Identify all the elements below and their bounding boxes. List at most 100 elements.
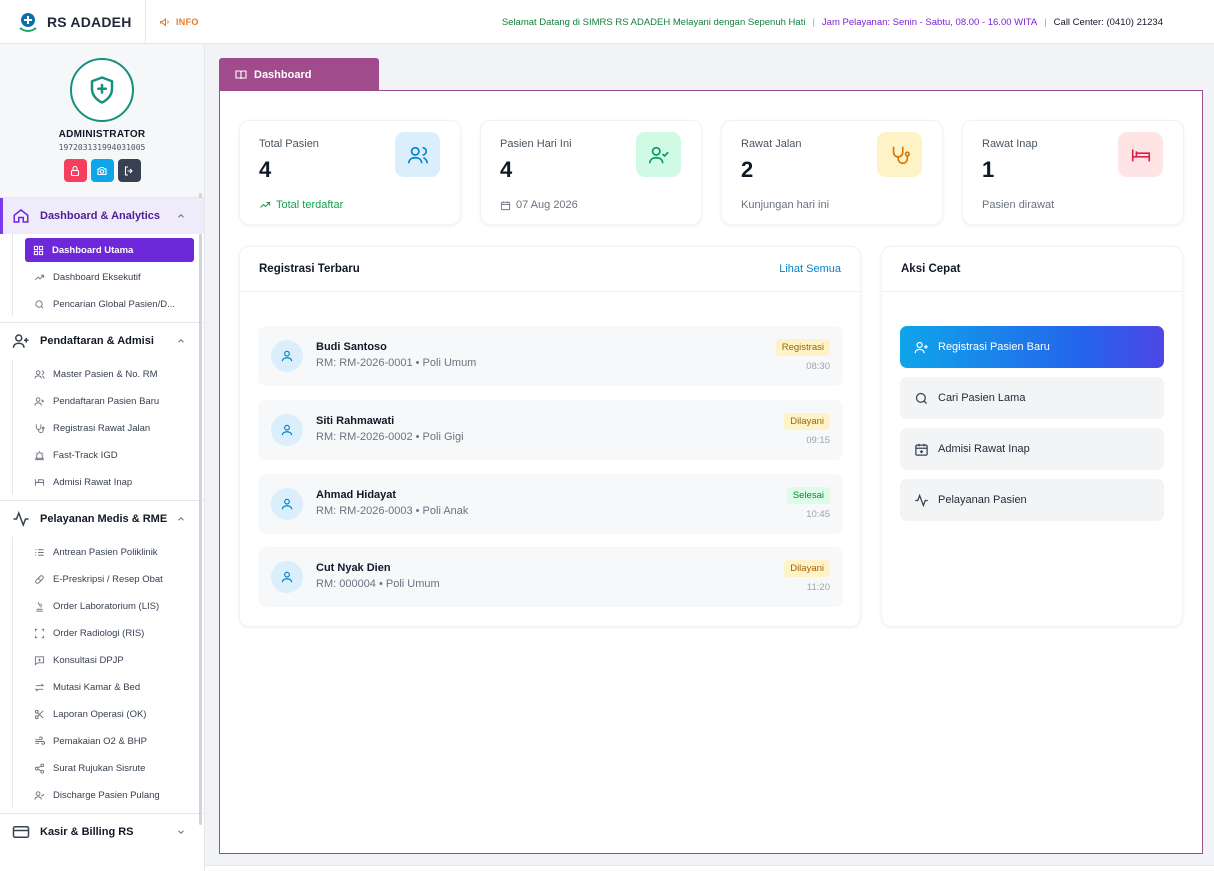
home-icon xyxy=(12,207,32,225)
transfer-icon xyxy=(34,682,46,693)
trending-icon xyxy=(34,272,46,283)
camera-button[interactable] xyxy=(90,159,114,182)
bed-icon xyxy=(34,477,46,488)
sidebar-item-konsultasi[interactable]: Konsultasi DPJP xyxy=(0,647,204,674)
microscope-icon xyxy=(34,601,46,612)
patient-name: Siti Rahmawati xyxy=(316,415,395,427)
stat-sub: 07 Aug 2026 xyxy=(500,199,578,211)
lock-button[interactable] xyxy=(63,159,87,182)
registration-row[interactable]: Budi Santoso RM: RM-2026-0001 • Poli Umu… xyxy=(258,326,843,386)
app-name: RS ADADEH xyxy=(47,13,132,30)
user-icon xyxy=(280,570,294,584)
registration-time: 11:20 xyxy=(806,582,830,593)
info-button[interactable]: INFO xyxy=(159,16,199,28)
register-new-patient-button[interactable]: Registrasi Pasien Baru xyxy=(900,326,1164,368)
profile-name: ADMINISTRATOR xyxy=(58,129,146,140)
chevron-up-icon xyxy=(176,211,186,221)
tab-dashboard[interactable]: Dashboard xyxy=(219,58,379,91)
sidebar-item-dashboard-utama[interactable]: Dashboard Utama xyxy=(25,238,194,262)
bed-icon xyxy=(1130,144,1152,166)
sidebar-item-rawat-jalan[interactable]: Registrasi Rawat Jalan xyxy=(0,415,204,442)
user-check-icon xyxy=(34,790,46,801)
action-label: Registrasi Pasien Baru xyxy=(938,341,1050,353)
sidebar-group-pendaftaran[interactable]: Pendaftaran & Admisi xyxy=(0,323,204,359)
sidebar-item-e-preskripsi[interactable]: E-Preskripsi / Resep Obat xyxy=(0,566,204,593)
sidebar-item-surat-rujukan[interactable]: Surat Rujukan Sisrute xyxy=(0,755,204,782)
stat-card-pasien-hari-ini: Pasien Hari Ini 4 07 Aug 2026 xyxy=(480,120,702,225)
chevron-up-icon xyxy=(176,514,186,524)
sidebar-item-pendaftaran-baru[interactable]: Pendaftaran Pasien Baru xyxy=(0,388,204,415)
registration-time: 10:45 xyxy=(806,509,830,520)
book-open-icon xyxy=(235,69,254,81)
registration-row[interactable]: Siti Rahmawati RM: RM-2026-0002 • Poli G… xyxy=(258,400,843,460)
sidebar-item-pemakaian-o2[interactable]: Pemakaian O2 & BHP xyxy=(0,728,204,755)
calendar-icon xyxy=(500,200,516,211)
sidebar-item-dashboard-eksekutif[interactable]: Dashboard Eksekutif xyxy=(0,264,204,291)
profile-id: 197203131994031005 xyxy=(58,143,146,152)
user-check-icon xyxy=(648,144,670,166)
sidebar-item-fast-track-igd[interactable]: Fast-Track IGD xyxy=(0,442,204,469)
sidebar-item-discharge[interactable]: Discharge Pasien Pulang xyxy=(0,782,204,809)
stat-sub-text: Kunjungan hari ini xyxy=(741,199,830,211)
card-header: Registrasi Terbaru Lihat Semua xyxy=(240,247,860,292)
stethoscope-icon xyxy=(889,144,911,166)
welcome-text: Selamat Datang di SIMRS RS ADADEH Melaya… xyxy=(501,16,806,28)
camera-icon xyxy=(96,165,108,177)
patient-name: Budi Santoso xyxy=(316,341,387,353)
user-plus-icon xyxy=(914,340,938,355)
stethoscope-icon xyxy=(34,423,46,434)
sidebar-item-label: Order Radiologi (RIS) xyxy=(53,628,145,639)
card-title: Registrasi Terbaru xyxy=(259,263,360,275)
megaphone-icon xyxy=(159,16,176,28)
sidebar-group-kasir[interactable]: Kasir & Billing RS xyxy=(0,814,204,850)
quick-actions-card: Aksi Cepat Registrasi Pasien Baru Cari P… xyxy=(881,246,1183,627)
sidebar-item-label: Admisi Rawat Inap xyxy=(53,477,133,488)
user-plus-icon xyxy=(34,396,46,407)
registration-row[interactable]: Cut Nyak Dien RM: 000004 • Poli Umum Dil… xyxy=(258,547,843,607)
patient-service-button[interactable]: Pelayanan Pasien xyxy=(900,479,1164,521)
stat-value: 2 xyxy=(741,157,754,182)
registration-row[interactable]: Ahmad Hidayat RM: RM-2026-0003 • Poli An… xyxy=(258,474,843,534)
patient-name: Ahmad Hidayat xyxy=(316,489,397,501)
brand[interactable]: RS ADADEH xyxy=(0,0,146,44)
search-icon xyxy=(34,299,46,310)
stat-card-total-pasien: Total Pasien 4 Total terdaftar xyxy=(239,120,461,225)
stat-icon-box xyxy=(1118,132,1163,177)
sidebar-item-label: Dashboard Eksekutif xyxy=(53,272,141,283)
sidebar-group-dashboard[interactable]: Dashboard & Analytics xyxy=(0,198,204,234)
sidebar-group-pelayanan-medis[interactable]: Pelayanan Medis & RME xyxy=(0,501,204,537)
sidebar-item-label: E-Preskripsi / Resep Obat xyxy=(53,574,163,585)
sidebar-item-order-lab[interactable]: Order Laboratorium (LIS) xyxy=(0,593,204,620)
siren-icon xyxy=(34,450,46,461)
sidebar-item-master-pasien[interactable]: Master Pasien & No. RM xyxy=(0,361,204,388)
sidebar-item-mutasi-kamar[interactable]: Mutasi Kamar & Bed xyxy=(0,674,204,701)
trending-up-icon xyxy=(259,199,276,211)
stat-icon-box xyxy=(395,132,440,177)
status-badge: Dilayani xyxy=(784,560,830,577)
inpatient-admission-button[interactable]: Admisi Rawat Inap xyxy=(900,428,1164,470)
user-plus-icon xyxy=(12,332,32,350)
hospital-logo-icon xyxy=(17,11,39,33)
user-icon xyxy=(280,349,294,363)
group-items-pelayanan-medis: Antrean Pasien Poliklinik E-Preskripsi /… xyxy=(0,537,204,813)
sidebar-item-admisi-rawat-inap[interactable]: Admisi Rawat Inap xyxy=(0,469,204,496)
action-label: Pelayanan Pasien xyxy=(938,494,1027,506)
user-icon xyxy=(280,423,294,437)
message-plus-icon xyxy=(34,655,46,666)
stat-sub: Total terdaftar xyxy=(259,199,343,211)
sidebar-item-label: Registrasi Rawat Jalan xyxy=(53,423,151,434)
activity-icon xyxy=(914,493,938,508)
search-old-patient-button[interactable]: Cari Pasien Lama xyxy=(900,377,1164,419)
logout-button[interactable] xyxy=(117,159,141,182)
share-icon xyxy=(34,763,46,774)
sidebar-item-label: Fast-Track IGD xyxy=(53,450,118,461)
sidebar-item-order-radiologi[interactable]: Order Radiologi (RIS) xyxy=(0,620,204,647)
sidebar-item-label: Laporan Operasi (OK) xyxy=(53,709,147,720)
see-all-link[interactable]: Lihat Semua xyxy=(779,263,841,275)
sidebar-item-laporan-operasi[interactable]: Laporan Operasi (OK) xyxy=(0,701,204,728)
sidebar-item-antrean[interactable]: Antrean Pasien Poliklinik xyxy=(0,539,204,566)
user-icon xyxy=(280,497,294,511)
separator: | xyxy=(1044,16,1047,28)
sidebar-item-pencarian-global[interactable]: Pencarian Global Pasien/D... xyxy=(0,291,204,318)
action-label: Cari Pasien Lama xyxy=(938,392,1026,404)
